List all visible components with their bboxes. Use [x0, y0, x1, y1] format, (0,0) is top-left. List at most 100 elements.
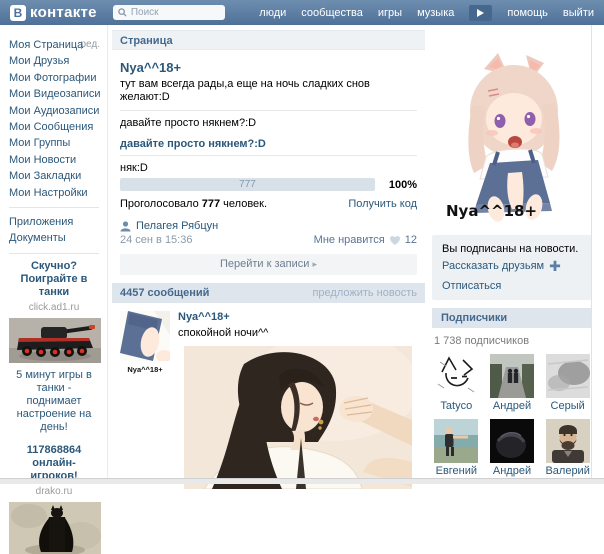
- subscriber-name[interactable]: Евгений: [433, 465, 480, 477]
- ad-tank-image[interactable]: [9, 318, 101, 363]
- community-status: давайте просто някнем?:D: [120, 117, 417, 130]
- like-button[interactable]: Мне нравится 12: [314, 234, 417, 247]
- sidebar-item-bookmarks[interactable]: Мои Закладки: [9, 168, 107, 184]
- subscriber-card: Андрей: [489, 354, 536, 412]
- post-avatar-caption: Nya^^18+: [120, 365, 170, 374]
- poll-voted-row: Проголосовало 777 человек. Получить код: [120, 198, 417, 211]
- wall-post: Nya^^18+ Nya^^18+ спокойной ночи^^: [112, 303, 425, 489]
- ad-batman-image[interactable]: [9, 502, 101, 554]
- subscriber-name[interactable]: Серый: [544, 400, 591, 412]
- ads-block: Скучно? Поиграйте в танки click.ad1.ru 5…: [9, 260, 107, 554]
- right-column: Nya^^18+ Вы подписаны на новости. Расска…: [432, 25, 592, 477]
- subscriber-card: Андрей: [489, 419, 536, 477]
- post-attached-image[interactable]: [184, 346, 412, 489]
- nav-games[interactable]: игры: [378, 7, 402, 19]
- poll-result-row: 777 100%: [120, 178, 417, 191]
- subscriber-avatar-image[interactable]: [546, 419, 590, 463]
- poll-question: давайте просто някнем?:D: [120, 138, 417, 156]
- bottom-scrollbar-strip[interactable]: [0, 478, 604, 484]
- post-meta-row: 24 сен в 15:36 Мне нравится 12: [120, 234, 417, 247]
- wall-header: 4457 сообщений предложить новость: [112, 283, 425, 303]
- left-sidebar: ред. Моя Страница Мои Друзья Мои Фотогра…: [0, 25, 108, 478]
- sidebar-item-documents[interactable]: Документы: [9, 230, 107, 246]
- search-icon: [118, 8, 127, 17]
- sidebar-item-news[interactable]: Мои Новости: [9, 152, 107, 168]
- ad-tanks-text[interactable]: 5 минут игры в танки - поднимает настрое…: [9, 369, 99, 434]
- sidebar-item-apps[interactable]: Приложения: [9, 214, 107, 230]
- subscriber-name[interactable]: Андрей: [489, 400, 536, 412]
- subscriber-card: Валерий: [544, 419, 591, 477]
- page-content: Nya^^18+ тут вам всегда рады,а еще на но…: [112, 50, 425, 275]
- subscriber-card: Евгений: [433, 419, 480, 477]
- unsubscribe-row: Отписаться: [442, 280, 582, 292]
- subscriber-avatar-image[interactable]: [490, 419, 534, 463]
- nav-help[interactable]: помощь: [507, 7, 548, 19]
- community-description: тут вам всегда рады,а еще на ночь сладки…: [120, 78, 417, 104]
- sidebar-item-audios[interactable]: Мои Аудиозаписи: [9, 103, 107, 119]
- post-text: спокойной ночи^^: [178, 327, 417, 340]
- search-input[interactable]: [131, 7, 215, 18]
- subscriber-card: Серый: [544, 354, 591, 412]
- ad-tanks-title[interactable]: Скучно? Поиграйте в танки: [9, 260, 99, 299]
- chevron-right-icon: ▸: [312, 259, 317, 269]
- like-count: 12: [405, 234, 417, 247]
- subscriber-card: Tatyco: [433, 354, 480, 412]
- sidebar-item-friends[interactable]: Мои Друзья: [9, 53, 107, 69]
- subscriber-name[interactable]: Андрей: [489, 465, 536, 477]
- vk-logo-icon: В: [10, 5, 26, 21]
- subscriber-name[interactable]: Tatyco: [433, 400, 480, 412]
- tell-friends-link[interactable]: Рассказать друзьям: [442, 260, 544, 272]
- sidebar-item-photos[interactable]: Мои Фотографии: [9, 70, 107, 86]
- poll-voted-text: Проголосовало 777 человек.: [120, 198, 267, 211]
- sidebar-item-groups[interactable]: Мои Группы: [9, 135, 107, 151]
- subscriber-avatar-image[interactable]: [434, 419, 478, 463]
- tell-friends-row: Рассказать друзьям ✚: [442, 260, 582, 272]
- post-body: Nya^^18+ спокойной ночи^^: [178, 311, 417, 489]
- get-code-link[interactable]: Получить код: [348, 198, 417, 211]
- poll-option-label: няк:D: [120, 162, 417, 175]
- suggest-news-link[interactable]: предложить новость: [312, 283, 417, 303]
- post-avatar[interactable]: Nya^^18+: [120, 311, 170, 489]
- edit-page-link[interactable]: ред.: [80, 37, 100, 53]
- unsubscribe-link[interactable]: Отписаться: [442, 280, 501, 292]
- sidebar-item-settings[interactable]: Мои Настройки: [9, 185, 107, 201]
- audio-player-button[interactable]: [469, 5, 492, 21]
- heart-icon: [389, 235, 401, 246]
- sidebar-item-messages[interactable]: Мои Сообщения: [9, 119, 107, 135]
- community-title: Nya^^18+: [120, 61, 417, 74]
- post-author-link[interactable]: Nya^^18+: [178, 311, 230, 323]
- subscribers-header: Подписчики: [432, 308, 592, 328]
- messages-count: 4457 сообщений: [120, 283, 209, 303]
- plus-icon: ✚: [549, 261, 561, 271]
- nav-logout[interactable]: выйти: [563, 7, 594, 19]
- poll-percent: 100%: [381, 179, 417, 191]
- nav-music[interactable]: музыка: [417, 7, 454, 19]
- main-column: Страница Nya^^18+ тут вам всегда рады,а …: [112, 30, 425, 489]
- page-section-header: Страница: [112, 30, 425, 50]
- poll-author-link[interactable]: Пелагея Рябцун: [136, 220, 218, 233]
- sidebar-divider: [9, 253, 99, 254]
- subscribers-grid: Tatyco Андрей Серый: [432, 354, 592, 477]
- subscriber-avatar-image[interactable]: [490, 354, 534, 398]
- community-avatar-image[interactable]: Nya^^18+: [432, 45, 592, 223]
- divider: [120, 110, 417, 111]
- subscriber-avatar-image[interactable]: [546, 354, 590, 398]
- sidebar-item-my-page[interactable]: ред. Моя Страница: [9, 37, 107, 53]
- nav-communities[interactable]: сообщества: [301, 7, 363, 19]
- poll-voted-count: 777: [202, 198, 220, 210]
- subscribers-count: 1 738 подписчиков: [434, 335, 592, 347]
- ad-tanks-url: click.ad1.ru: [9, 302, 99, 313]
- goto-post-button[interactable]: Перейти к записи ▸: [120, 254, 417, 275]
- person-icon: [120, 221, 131, 232]
- search-box[interactable]: [113, 5, 225, 20]
- post-avatar-image: [120, 311, 170, 361]
- vk-logo[interactable]: В контакте: [10, 4, 97, 21]
- poll-result-bar[interactable]: 777: [120, 178, 375, 191]
- nav-people[interactable]: люди: [259, 7, 286, 19]
- top-navigation: люди сообщества игры музыка помощь выйти: [259, 5, 594, 21]
- sidebar-item-videos[interactable]: Мои Видеозаписи: [9, 86, 107, 102]
- subscriber-avatar-image[interactable]: [434, 354, 478, 398]
- subscription-box: Вы подписаны на новости. Рассказать друз…: [432, 235, 592, 300]
- subscriber-name[interactable]: Валерий: [544, 465, 591, 477]
- vk-logo-text: контакте: [30, 4, 97, 21]
